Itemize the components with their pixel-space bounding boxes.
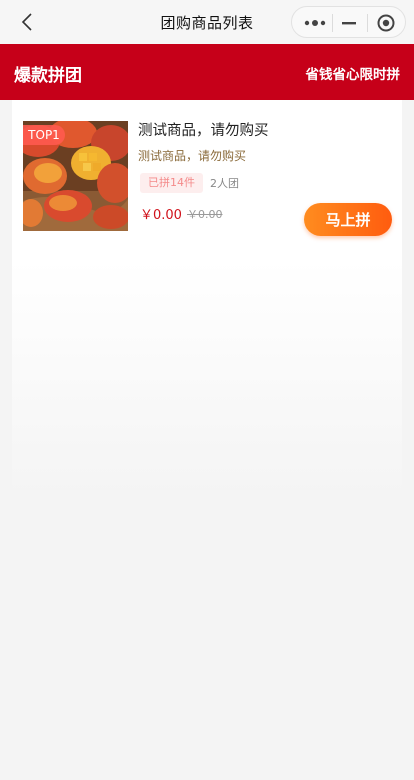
sold-count-badge: 已拼14件 [140, 173, 203, 193]
product-image[interactable]: TOP1 [23, 121, 128, 231]
group-price: ￥0.00 [140, 208, 182, 223]
banner-title: 爆款拼团 [14, 66, 82, 86]
original-price: ￥0.00 [187, 208, 223, 221]
product-title[interactable]: 测试商品，请勿购买 [138, 119, 269, 140]
navigation-bar: 团购商品列表 [0, 0, 414, 44]
minimize-icon[interactable] [341, 16, 357, 30]
mini-program-capsule [291, 6, 406, 38]
group-size-label: 2人团 [210, 177, 239, 190]
banner-slogan: 省钱省心限时拼 [305, 67, 401, 83]
join-group-button[interactable]: 马上拼 [304, 203, 392, 236]
product-description: 测试商品，请勿购买 [138, 149, 247, 163]
product-card[interactable]: TOP1 测试商品，请勿购买 测试商品，请勿购买 已拼14件 2人团 ￥0.00… [12, 100, 402, 252]
close-circle-icon[interactable] [376, 13, 396, 33]
more-icon[interactable] [304, 16, 326, 30]
rank-badge: TOP1 [23, 125, 65, 145]
promo-banner: 爆款拼团 省钱省心限时拼 [0, 44, 414, 100]
capsule-divider [332, 14, 333, 32]
capsule-divider [367, 14, 368, 32]
